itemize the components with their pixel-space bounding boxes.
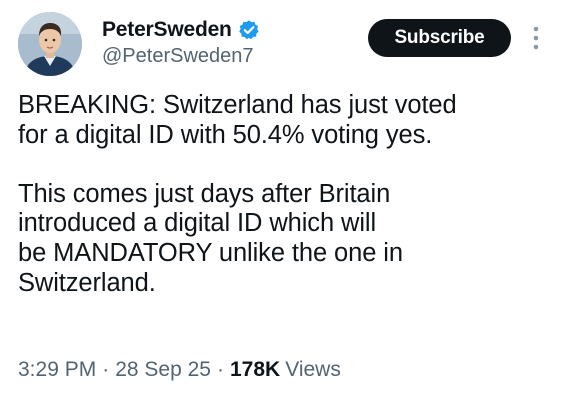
tweet-paragraph: This comes just days after Britain intro…: [18, 180, 538, 298]
author-display-name[interactable]: PeterSweden: [102, 18, 232, 42]
verified-badge-icon: [238, 19, 260, 41]
tweet-text-line: Switzerland.: [18, 268, 156, 297]
tweet-paragraph: BREAKING: Switzerland has just voted for…: [18, 91, 538, 150]
meta-separator: ·: [216, 358, 224, 381]
more-vertical-icon[interactable]: [528, 24, 544, 52]
meta-separator: ·: [102, 358, 110, 381]
tweet-meta: 3:29 PM · 28 Sep 25 · 178K Views: [18, 358, 341, 382]
avatar-image: [18, 12, 82, 76]
tweet-text-line: introduced a digital ID which will: [18, 209, 377, 238]
tweet-card: PeterSweden @PeterSweden7 Subscribe BREA…: [0, 0, 568, 404]
author-handle[interactable]: @PeterSweden7: [102, 45, 254, 68]
tweet-text-line: for a digital ID with 50.4% voting yes.: [18, 120, 433, 149]
subscribe-button[interactable]: Subscribe: [368, 19, 511, 57]
author-name-row: PeterSweden: [102, 16, 260, 44]
tweet-text-line: be MANDATORY unlike the one in: [18, 238, 403, 267]
views-count: 178K: [229, 358, 281, 381]
tweet-text-line: BREAKING: Switzerland has just voted: [18, 91, 457, 119]
tweet-time[interactable]: 3:29 PM: [18, 358, 96, 382]
tweet-text-line: This comes just days after Britain: [18, 179, 391, 208]
tweet-date[interactable]: 28 Sep 25: [115, 358, 211, 382]
views-label: Views: [285, 358, 341, 381]
tweet-text: BREAKING: Switzerland has just voted for…: [18, 91, 538, 298]
avatar[interactable]: [18, 12, 82, 76]
